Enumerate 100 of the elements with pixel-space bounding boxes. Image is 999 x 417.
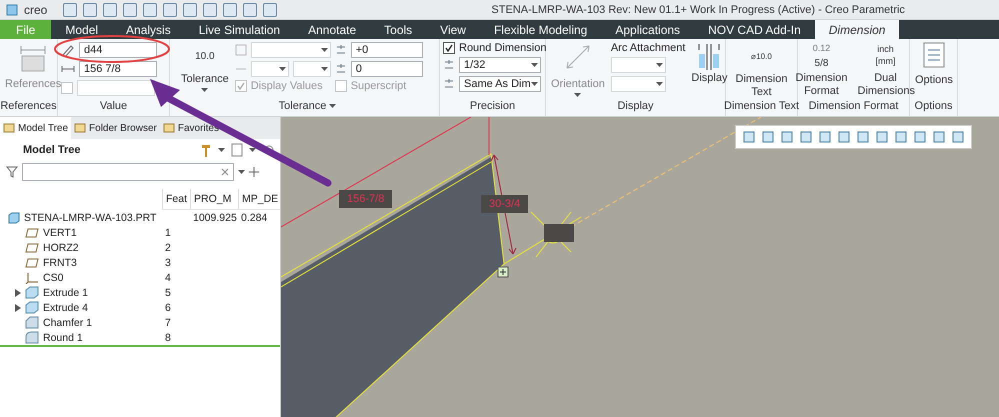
table-icon xyxy=(234,44,247,56)
dimension-text-button[interactable]: ⌀10.0 Dimension Text xyxy=(732,42,792,99)
checkbox-label: Display Values xyxy=(250,80,323,92)
ribbon-tab[interactable]: View xyxy=(426,20,480,39)
dropdown-caret-icon[interactable] xyxy=(656,62,663,68)
toolbar-tool-icon[interactable] xyxy=(143,2,158,16)
toolbar-tool-icon[interactable] xyxy=(123,2,138,16)
dropdown-caret-icon[interactable] xyxy=(249,148,256,152)
table-cell-text: 1 xyxy=(164,226,172,240)
filter-icon[interactable] xyxy=(6,166,18,178)
add-icon[interactable] xyxy=(249,167,259,177)
panel-tab[interactable]: Folder Browser xyxy=(71,117,160,139)
fraction-dropdown[interactable]: 1/32 xyxy=(459,57,541,73)
panel-tab[interactable]: Model Tree xyxy=(0,117,72,139)
tolerance-dropdown[interactable] xyxy=(250,61,289,77)
arc-attachment-label: Arc Attachment xyxy=(610,42,686,54)
decimals-dropdown[interactable]: Same As Dim xyxy=(459,76,541,92)
chamfer-icon xyxy=(25,316,39,329)
dimension-value-field[interactable]: 156 7/8 xyxy=(79,61,157,77)
ribbon-tab[interactable]: Tools xyxy=(370,20,426,39)
clear-icon[interactable] xyxy=(221,168,229,176)
tree-item[interactable]: STENA-LMRP-WA-103.PRT xyxy=(0,210,162,225)
toolbar-tool-icon[interactable] xyxy=(203,2,218,16)
group-label: Dimension Format xyxy=(808,99,900,114)
dropdown-caret-icon[interactable] xyxy=(201,88,208,93)
document-icon[interactable] xyxy=(231,143,243,157)
ribbon-tab[interactable]: Analysis xyxy=(112,20,185,39)
dropdown-caret-icon[interactable] xyxy=(238,170,245,174)
checkbox-label: Round Dimension xyxy=(459,42,546,54)
tree-item[interactable]: Round 1 xyxy=(0,330,162,345)
column-header[interactable]: PRO_M xyxy=(190,189,238,210)
group-label[interactable]: Tolerance xyxy=(278,99,326,114)
dropdown-caret-icon[interactable] xyxy=(531,82,538,86)
tree-item[interactable]: VERT1 xyxy=(0,225,162,240)
table-cell-text: 2 xyxy=(164,240,172,255)
tree-item[interactable]: Chamfer 1 xyxy=(0,315,162,330)
pencil-icon xyxy=(61,44,75,56)
checkbox[interactable] xyxy=(61,82,73,94)
dropdown-caret-icon[interactable] xyxy=(531,62,538,68)
panel-tab[interactable]: Favorites xyxy=(160,117,222,139)
search-field[interactable] xyxy=(22,163,234,181)
tree-item[interactable]: Extrude 1 xyxy=(0,285,162,300)
window-title: STENA-LMRP-WA-103 Rev: New 01.1+ Work In Progress (Active) - Creo Parametric xyxy=(491,4,905,16)
toolbar-tool-icon[interactable] xyxy=(163,2,178,16)
dropdown-caret-icon[interactable] xyxy=(320,48,328,52)
hammer-icon[interactable] xyxy=(200,143,212,157)
dropdown-caret-icon[interactable] xyxy=(218,148,225,152)
upper-tolerance-field[interactable]: +0 xyxy=(350,42,423,58)
dropdown-caret-icon[interactable] xyxy=(329,104,336,109)
column-header[interactable]: Feat xyxy=(162,189,190,210)
toolbar-tool-icon[interactable] xyxy=(243,2,258,16)
tree-item[interactable]: HORZ2 xyxy=(0,240,162,255)
panel-header: Model Tree xyxy=(23,144,80,156)
part-icon xyxy=(8,212,20,224)
lower-tolerance-field[interactable]: 0 xyxy=(350,61,423,77)
tab-icon xyxy=(74,122,86,134)
checkbox-label: Superscript xyxy=(350,80,406,92)
ribbon-tab[interactable]: Dimension xyxy=(814,20,900,39)
tolerance-dropdown[interactable] xyxy=(292,61,331,77)
checkbox[interactable] xyxy=(334,80,347,92)
tolerance-value-field[interactable] xyxy=(77,80,155,96)
ribbon-tab[interactable]: Model xyxy=(51,20,112,39)
dimension-icon xyxy=(61,65,75,73)
tab-icon xyxy=(162,122,175,134)
tree-item[interactable]: CS0 xyxy=(0,270,162,285)
checkbox[interactable] xyxy=(234,80,247,92)
dropdown-caret-icon[interactable] xyxy=(574,93,582,98)
group-label: Precision xyxy=(468,99,516,114)
dropdown-caret-icon[interactable] xyxy=(278,66,286,72)
ribbon-tab[interactable]: Applications xyxy=(601,20,694,39)
toolbar-tool-icon[interactable] xyxy=(103,2,118,16)
options-button[interactable]: Options xyxy=(913,42,955,99)
group-label: Value xyxy=(98,99,128,114)
table-cell-text: 4 xyxy=(164,270,172,285)
column-header[interactable]: MP_DE xyxy=(238,189,280,210)
ribbon-tab[interactable]: Flexible Modeling xyxy=(480,20,602,39)
dropdown-caret-icon[interactable] xyxy=(656,82,663,86)
toolbar-tool-icon[interactable] xyxy=(63,2,78,16)
dual-dimensions-button[interactable]: inch [mm] Dual Dimensions xyxy=(856,42,916,99)
list-icon xyxy=(922,42,945,68)
ribbon-tab[interactable]: Annotate xyxy=(294,20,370,39)
toolbar-tool-icon[interactable] xyxy=(263,2,278,16)
ribbon-tab[interactable]: NOV CAD Add-In xyxy=(694,20,815,39)
table-cell-text: 7 xyxy=(164,316,172,330)
tree-item[interactable]: FRNT3 xyxy=(0,255,162,270)
dimension-name-field[interactable]: d44 xyxy=(79,42,157,58)
group-label: Dimension Text xyxy=(726,99,797,114)
dimension-format-button[interactable]: 0.12 5/8 Dimension Format xyxy=(792,42,852,99)
display-button[interactable]: Display xyxy=(689,42,730,99)
toolbar-tool-icon[interactable] xyxy=(183,2,198,16)
tree-item[interactable]: Extrude 4 xyxy=(0,300,162,315)
ribbon-tab[interactable]: Live Simulation xyxy=(184,20,294,39)
toolbar-tool-icon[interactable] xyxy=(83,2,98,16)
table-cell-text: 5 xyxy=(164,286,172,300)
tolerance-button[interactable]: 10.0 Tolerance xyxy=(179,42,231,99)
upper-tolerance-icon xyxy=(334,44,347,56)
checkbox[interactable] xyxy=(443,42,455,54)
drag-handle-icon[interactable] xyxy=(498,266,508,278)
toolbar-tool-icon[interactable] xyxy=(223,2,238,16)
dropdown-caret-icon[interactable] xyxy=(320,66,328,72)
